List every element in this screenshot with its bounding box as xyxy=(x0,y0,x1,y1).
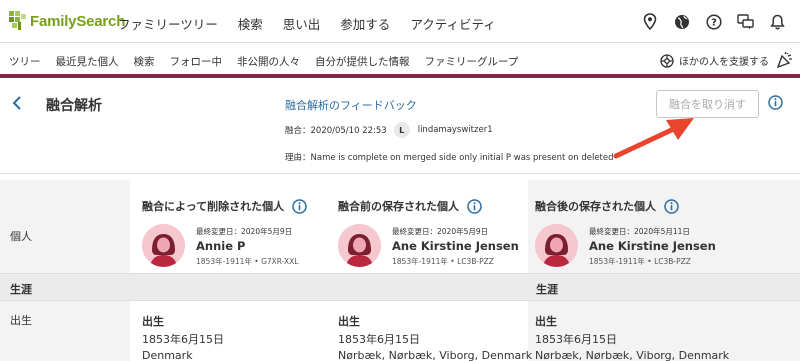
column-header-before-label: 融合前の保存された個人 xyxy=(338,200,459,213)
birth-date: 1853年6月15日 xyxy=(535,333,617,346)
help-others-icon xyxy=(660,53,674,68)
help-icon[interactable]: ? xyxy=(705,13,722,30)
merge-comparison-table: 融合によって削除された個人 融合前の保存された個人 融合後の保存された個人 個人… xyxy=(0,174,800,361)
info-icon[interactable] xyxy=(664,198,679,214)
birth-cell-before: 出生 1853年6月15日 Nørbæk, Nørbæk, Viborg, De… xyxy=(338,313,532,361)
person-info: 最終変更日：2020年5月9日 Annie P 1853年-1911年 • G7… xyxy=(196,226,299,267)
info-icon[interactable] xyxy=(467,198,482,214)
last-modified: 最終変更日：2020年5月9日 xyxy=(392,227,489,236)
column-header-after-label: 融合後の保存された個人 xyxy=(535,200,656,213)
sub-navigation: ツリー 最近見た個人 検索 フォロー中 非公開の人々 自分が提供した情報 ファミ… xyxy=(0,43,800,78)
female-avatar-icon xyxy=(142,224,185,267)
birth-place: Nørbæk, Nørbæk, Viborg, Denmark xyxy=(535,349,730,361)
topnav-item-memories[interactable]: 思い出 xyxy=(283,14,321,33)
topnav-item-get-involved[interactable]: 参加する xyxy=(340,14,390,33)
topnav-item-family-tree[interactable]: ファミリーツリー xyxy=(118,14,218,33)
section-label-vitals-after: 生涯 xyxy=(536,283,558,296)
logo-tree-icon xyxy=(9,11,26,30)
info-icon[interactable] xyxy=(768,95,783,110)
column-header-before: 融合前の保存された個人 xyxy=(338,198,482,214)
subnav-item-tree[interactable]: ツリー xyxy=(9,54,41,69)
person-info: 最終変更日：2020年5月11日 Ane Kirstine Jensen 185… xyxy=(589,226,716,267)
column-header-row: 融合によって削除された個人 融合前の保存された個人 融合後の保存された個人 xyxy=(0,180,800,220)
user-avatar[interactable]: L xyxy=(393,122,410,138)
birth-place: Nørbæk, Nørbæk, Viborg, Denmark xyxy=(338,349,533,361)
female-avatar-icon xyxy=(338,224,381,267)
person-meta: 1853年-1911年 • LC3B-PZZ xyxy=(392,257,494,266)
subnav-item-private-people[interactable]: 非公開の人々 xyxy=(237,54,300,69)
person-name[interactable]: Ane Kirstine Jensen xyxy=(392,239,519,253)
annotation-arrow xyxy=(613,118,694,159)
merge-date: 融合：2020/05/10 22:53 xyxy=(285,126,387,136)
topnav-item-search[interactable]: 検索 xyxy=(238,14,263,33)
top-icons: ? xyxy=(626,13,786,30)
birth-cell-after: 出生 1853年6月15日 Nørbæk, Nørbæk, Viborg, De… xyxy=(535,313,729,361)
birth-label: 出生 xyxy=(535,315,557,328)
person-meta: 1853年-1911年 • G7XR-XXL xyxy=(196,257,299,266)
birth-label: 出生 xyxy=(142,315,164,328)
birth-date: 1853年6月15日 xyxy=(142,333,224,346)
bell-icon[interactable] xyxy=(769,13,786,30)
header-label-cell xyxy=(0,180,130,220)
globe-icon[interactable] xyxy=(673,13,690,30)
help-others-label: ほかの人を支援する xyxy=(679,57,769,68)
section-header-vitals: 生涯 生涯 xyxy=(0,273,800,301)
sub-menu: ツリー 最近見た個人 検索 フォロー中 非公開の人々 自分が提供した情報 ファミ… xyxy=(9,54,533,69)
last-modified: 最終変更日：2020年5月11日 xyxy=(589,227,690,236)
feedback-link[interactable]: 融合解析のフィードバック xyxy=(285,97,417,113)
chat-icon[interactable] xyxy=(737,13,754,30)
row-label-birth: 出生 xyxy=(10,314,32,327)
subnav-item-contributions[interactable]: 自分が提供した情報 xyxy=(315,54,410,69)
subnav-item-recents[interactable]: 最近見た個人 xyxy=(56,54,119,69)
back-chevron-icon[interactable] xyxy=(12,96,22,110)
person-name[interactable]: Ane Kirstine Jensen xyxy=(589,239,716,253)
female-avatar-icon xyxy=(535,224,578,267)
person-name[interactable]: Annie P xyxy=(196,239,299,253)
birth-place: Denmark xyxy=(142,349,193,361)
last-modified: 最終変更日：2020年5月9日 xyxy=(196,227,293,236)
top-navigation: FamilySearch ファミリーツリー 検索 思い出 参加する アクティビテ… xyxy=(0,0,800,43)
subnav-item-following[interactable]: フォロー中 xyxy=(170,54,223,69)
svg-text:?: ? xyxy=(711,17,717,28)
person-info: 最終変更日：2020年5月9日 Ane Kirstine Jensen 1853… xyxy=(392,226,519,267)
birth-date: 1853年6月15日 xyxy=(338,333,420,346)
familysearch-logo[interactable]: FamilySearch xyxy=(9,11,125,31)
section-label-vitals: 生涯 xyxy=(10,283,32,296)
row-label-person: 個人 xyxy=(10,230,32,243)
merge-reason: 理由：Name is complete on merged side only … xyxy=(285,153,614,163)
user-name[interactable]: lindamayswitzer1 xyxy=(418,125,493,135)
top-menu: ファミリーツリー 検索 思い出 参加する アクティビティ xyxy=(118,14,516,33)
help-others-link[interactable]: ほかの人を支援する xyxy=(660,53,769,68)
location-pin-icon[interactable] xyxy=(641,13,658,30)
subnav-item-find[interactable]: 検索 xyxy=(134,54,155,69)
birth-cell-deleted: 出生 1853年6月15日 Denmark xyxy=(142,313,224,361)
info-icon[interactable] xyxy=(292,198,307,214)
page-title: 融合解析 xyxy=(46,98,102,114)
column-header-deleted-label: 融合によって削除された個人 xyxy=(142,200,285,213)
merge-info: 融合：2020/05/10 22:53 L lindamayswitzer1 xyxy=(285,122,493,138)
person-meta: 1853年-1911年 • LC3B-PZZ xyxy=(589,257,691,266)
birth-label: 出生 xyxy=(338,315,360,328)
subnav-item-family-groups[interactable]: ファミリーグループ xyxy=(425,54,519,69)
confetti-icon[interactable] xyxy=(776,51,794,69)
column-header-after: 融合後の保存された個人 xyxy=(535,198,679,214)
logo-text: FamilySearch xyxy=(30,12,126,30)
topnav-item-activities[interactable]: アクティビティ xyxy=(410,14,495,33)
column-header-deleted: 融合によって削除された個人 xyxy=(142,198,307,214)
